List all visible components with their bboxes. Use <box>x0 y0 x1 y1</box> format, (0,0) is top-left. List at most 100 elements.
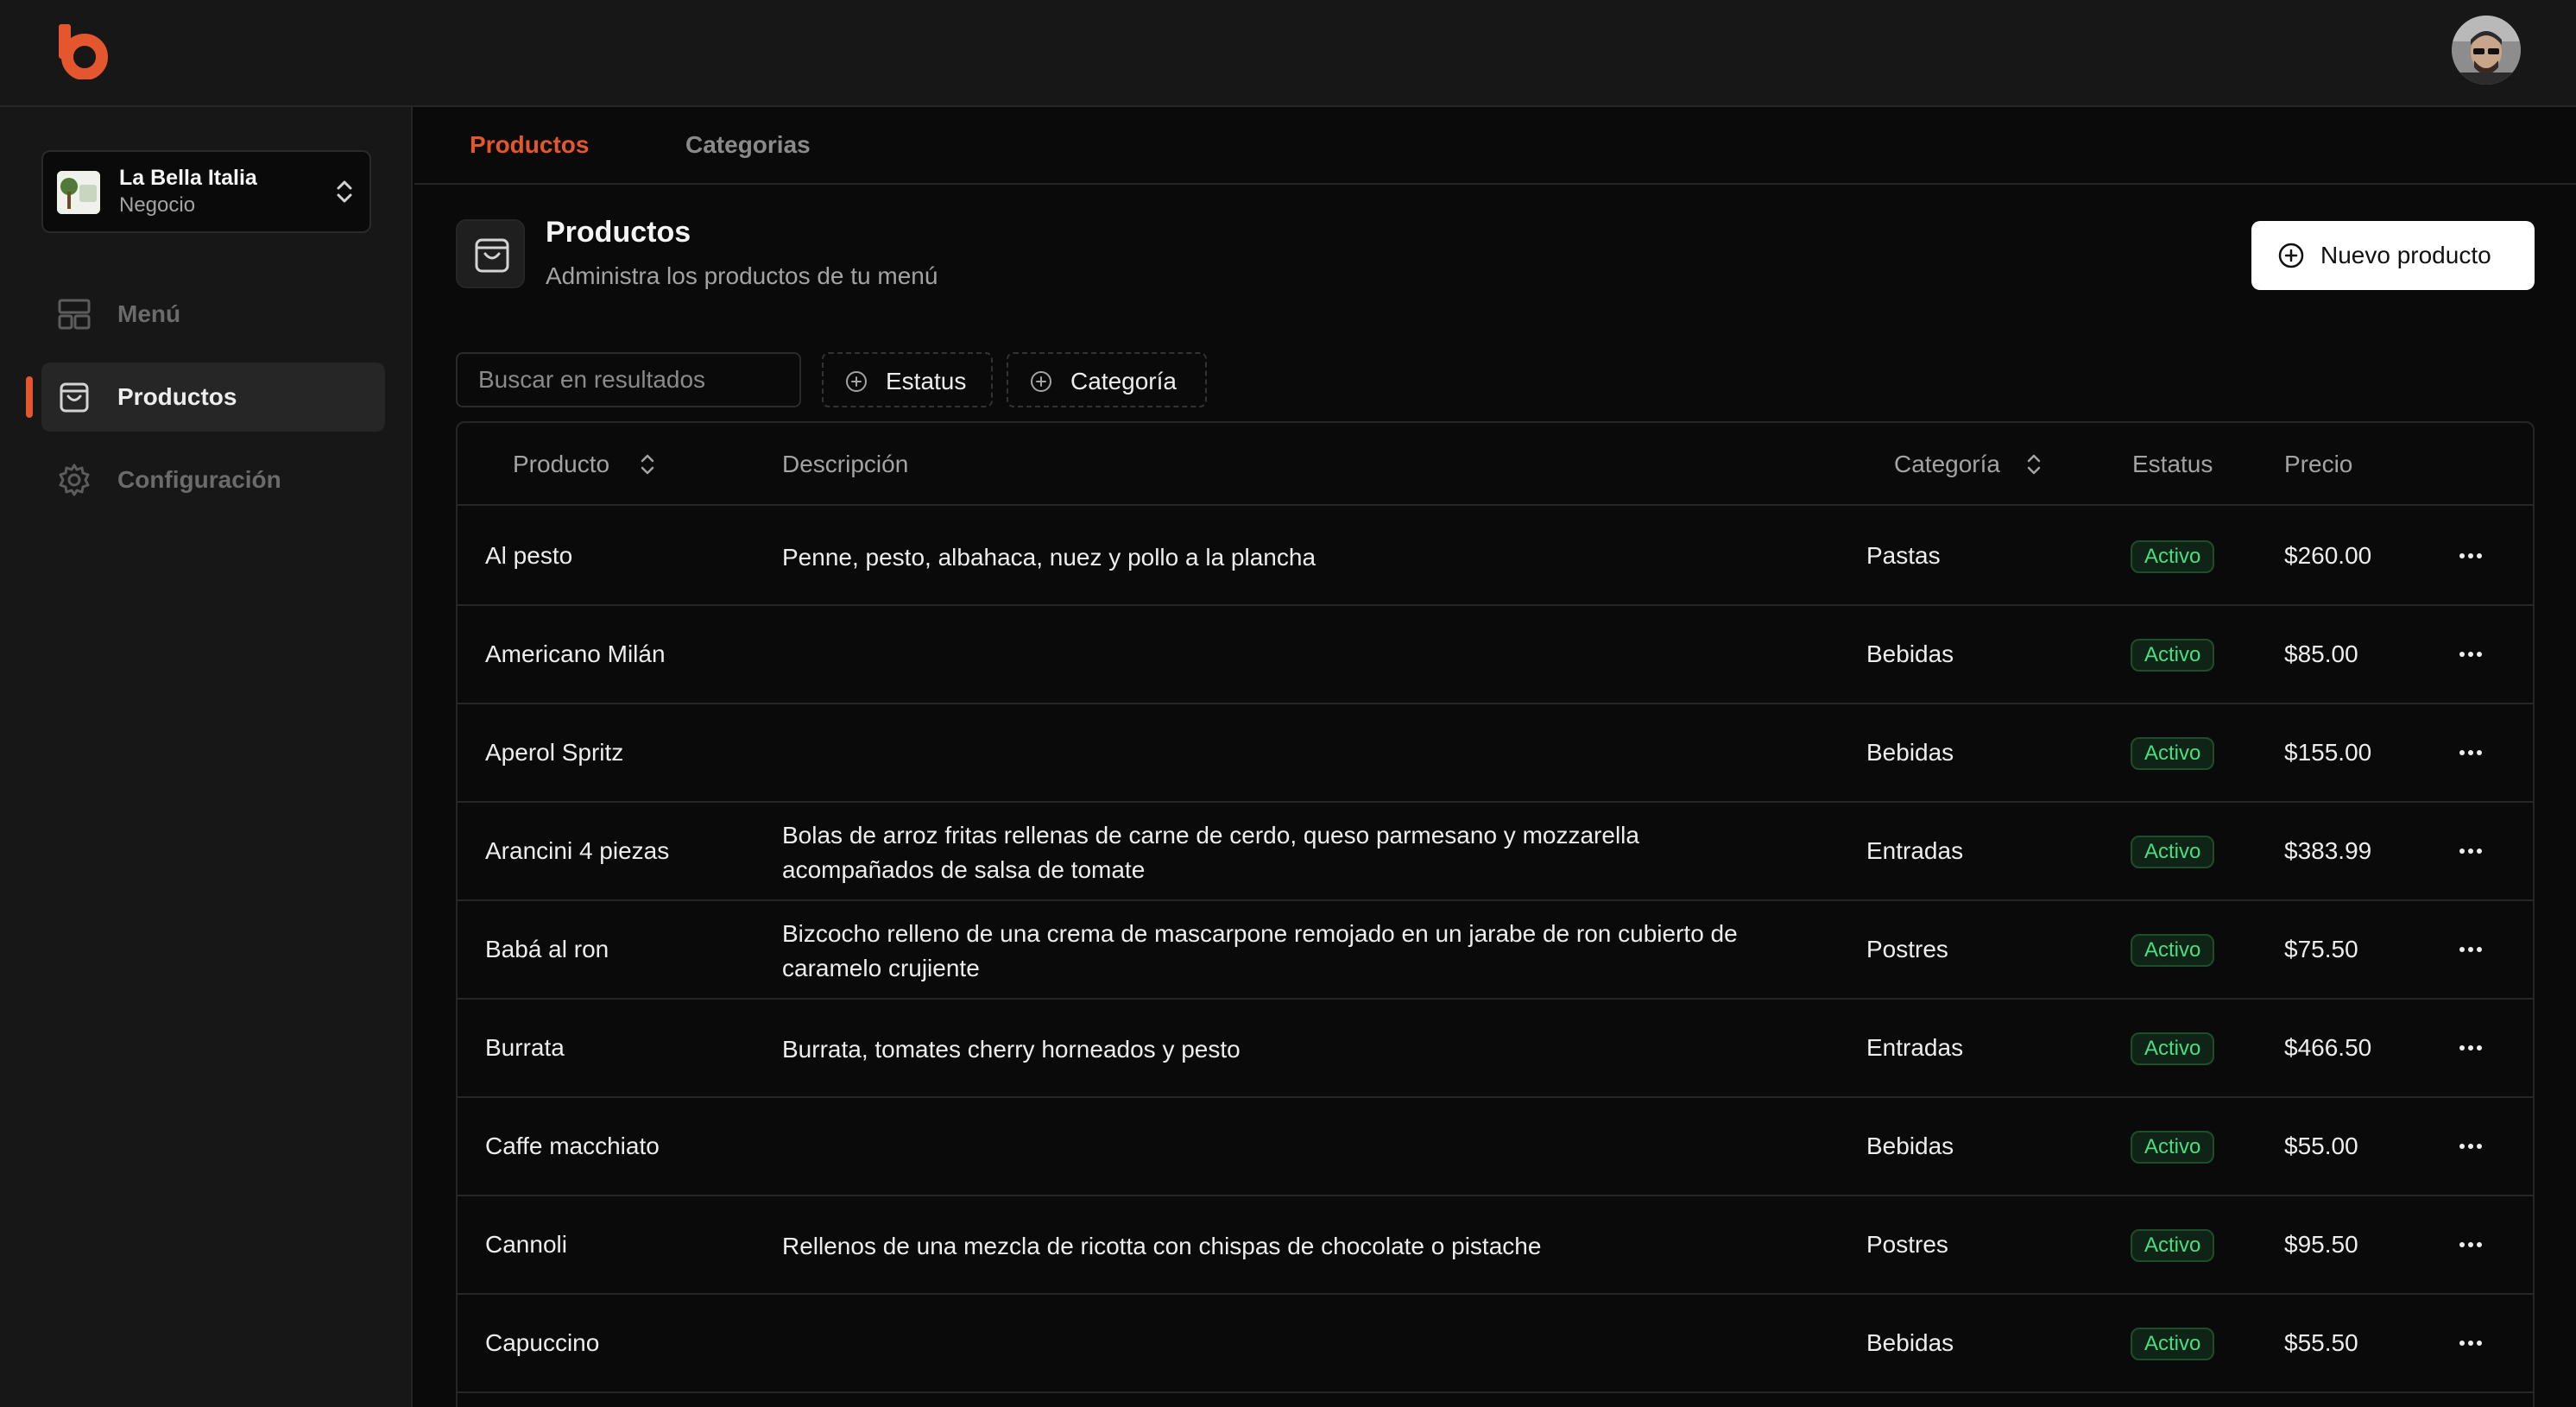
new-product-button[interactable]: Nuevo producto <box>2251 221 2535 290</box>
product-description-line2: caramelo crujiente <box>782 955 980 981</box>
b-logo-icon[interactable] <box>55 22 110 79</box>
status-filter-button[interactable]: Estatus <box>822 352 993 407</box>
more-options-icon[interactable] <box>2457 546 2484 566</box>
product-description: Rellenos de una mezcla de ricotta con ch… <box>782 1233 1542 1259</box>
more-options-icon[interactable] <box>2457 841 2484 861</box>
status-badge: Activo <box>2131 1032 2215 1065</box>
product-category: Pastas <box>1866 542 1941 569</box>
table-row[interactable]: Capuccino Bebidas Activo $55.50 <box>458 1295 2533 1393</box>
table-header: Producto Descripción Categoría Estatus P… <box>458 423 2533 506</box>
sort-icon[interactable] <box>637 451 658 478</box>
product-price: $383.99 <box>2284 837 2372 864</box>
product-description: Penne, pesto, albahaca, nuez y pollo a l… <box>782 544 1316 571</box>
chevron-up-down-icon <box>337 180 352 203</box>
status-filter-label: Estatus <box>886 368 967 394</box>
sidebar-item-label: Menú <box>117 300 181 327</box>
status-badge: Activo <box>2131 836 2215 868</box>
table-row[interactable]: Americano Milán Bebidas Activo $85.00 <box>458 606 2533 704</box>
status-badge: Activo <box>2131 737 2215 770</box>
new-product-label: Nuevo producto <box>2320 242 2491 268</box>
more-options-icon[interactable] <box>2457 742 2484 763</box>
plus-circle-icon <box>2278 243 2304 268</box>
product-price: $85.00 <box>2284 640 2358 667</box>
product-name: Aperol Spritz <box>485 739 624 766</box>
product-price: $260.00 <box>2284 542 2372 569</box>
active-indicator <box>26 376 33 418</box>
more-options-icon[interactable] <box>2457 1038 2484 1058</box>
sidebar-item-productos[interactable]: Productos <box>41 363 385 432</box>
table-row[interactable]: Arancini 4 piezas Bolas de arroz fritas r… <box>458 803 2533 901</box>
more-options-icon[interactable] <box>2457 939 2484 960</box>
page-icon <box>456 219 525 288</box>
top-bar <box>0 0 2576 107</box>
product-name: Burrata <box>485 1034 565 1061</box>
product-name: Americano Milán <box>485 640 666 667</box>
sidebar-item-configuracion[interactable]: Configuración <box>41 445 385 514</box>
products-table: Producto Descripción Categoría Estatus P… <box>456 421 2535 1407</box>
product-name: Caffe macchiato <box>485 1133 660 1159</box>
sort-icon[interactable] <box>2024 451 2044 478</box>
more-options-icon[interactable] <box>2457 1136 2484 1157</box>
product-description: Burrata, tomates cherry horneados y pest… <box>782 1036 1241 1063</box>
plus-circle-icon <box>846 371 867 392</box>
product-name: Cannoli <box>485 1231 567 1258</box>
product-price: $95.50 <box>2284 1231 2358 1258</box>
tab-productos[interactable]: Productos <box>470 131 589 159</box>
product-category: Bebidas <box>1866 640 1954 667</box>
column-header-categoria[interactable]: Categoría <box>1894 451 2000 478</box>
avatar-image <box>2452 16 2521 85</box>
category-filter-label: Categoría <box>1070 368 1177 394</box>
business-name: La Bella Italia <box>119 166 257 190</box>
table-row[interactable]: Babá al ron Bizcocho relleno de una crema… <box>458 901 2533 1000</box>
status-badge: Activo <box>2131 540 2215 573</box>
product-category: Entradas <box>1866 837 1964 864</box>
status-badge: Activo <box>2131 1131 2215 1164</box>
product-price: $155.00 <box>2284 739 2372 766</box>
product-name: Al pesto <box>485 542 573 569</box>
product-description-line2: acompañados de salsa de tomate <box>782 856 1146 883</box>
sidebar-item-menu[interactable]: Menú <box>41 280 385 349</box>
product-category: Bebidas <box>1866 1133 1954 1159</box>
more-options-icon[interactable] <box>2457 1333 2484 1353</box>
user-avatar[interactable] <box>2452 16 2521 85</box>
page-subtitle: Administra los productos de tu menú <box>546 262 938 289</box>
sidebar-item-label: Configuración <box>117 466 281 493</box>
product-price: $75.50 <box>2284 936 2358 962</box>
tab-bar: Productos Categorias <box>414 107 2576 185</box>
table-row[interactable]: Cannoli Rellenos de una mezcla de ricotta… <box>458 1196 2533 1295</box>
product-category: Entradas <box>1866 1034 1964 1061</box>
plus-circle-icon <box>1031 371 1051 392</box>
column-header-producto[interactable]: Producto <box>513 451 609 478</box>
more-options-icon[interactable] <box>2457 1234 2484 1255</box>
product-price: $55.50 <box>2284 1329 2358 1356</box>
status-badge: Activo <box>2131 1229 2215 1262</box>
product-price: $55.00 <box>2284 1133 2358 1159</box>
sidebar: La Bella Italia Negocio Menú Productos C… <box>0 107 413 1407</box>
table-row[interactable]: Aperol Spritz Bebidas Activo $155.00 <box>458 704 2533 803</box>
layout-icon <box>58 299 91 330</box>
product-category: Postres <box>1866 936 1948 962</box>
product-category: Postres <box>1866 1231 1948 1258</box>
product-category: Bebidas <box>1866 1329 1954 1356</box>
business-type: Negocio <box>119 193 196 217</box>
gear-icon <box>59 464 90 496</box>
more-options-icon[interactable] <box>2457 644 2484 665</box>
shopping-bag-icon <box>60 382 89 413</box>
table-row[interactable]: Burrata Burrata, tomates cherry horneados… <box>458 1000 2533 1098</box>
category-filter-button[interactable]: Categoría <box>1007 352 1207 407</box>
business-switcher[interactable]: La Bella Italia Negocio <box>41 150 371 233</box>
product-price: $466.50 <box>2284 1034 2372 1061</box>
search-input[interactable] <box>456 352 801 407</box>
status-badge: Activo <box>2131 934 2215 967</box>
table-row[interactable]: Al pesto Penne, pesto, albahaca, nuez y p… <box>458 508 2533 606</box>
tab-categorias[interactable]: Categorias <box>685 131 811 159</box>
table-row[interactable]: Caffe macchiato Bebidas Activo $55.00 <box>458 1098 2533 1196</box>
column-header-estatus: Estatus <box>2132 451 2213 477</box>
product-name: Babá al ron <box>485 936 609 962</box>
column-header-precio: Precio <box>2284 451 2353 477</box>
product-name: Arancini 4 piezas <box>485 837 670 864</box>
sidebar-item-label: Productos <box>117 383 237 410</box>
product-description: Bolas de arroz fritas rellenas de carne … <box>782 822 1639 849</box>
shopping-bag-icon <box>475 238 509 273</box>
status-badge: Activo <box>2131 1328 2215 1360</box>
